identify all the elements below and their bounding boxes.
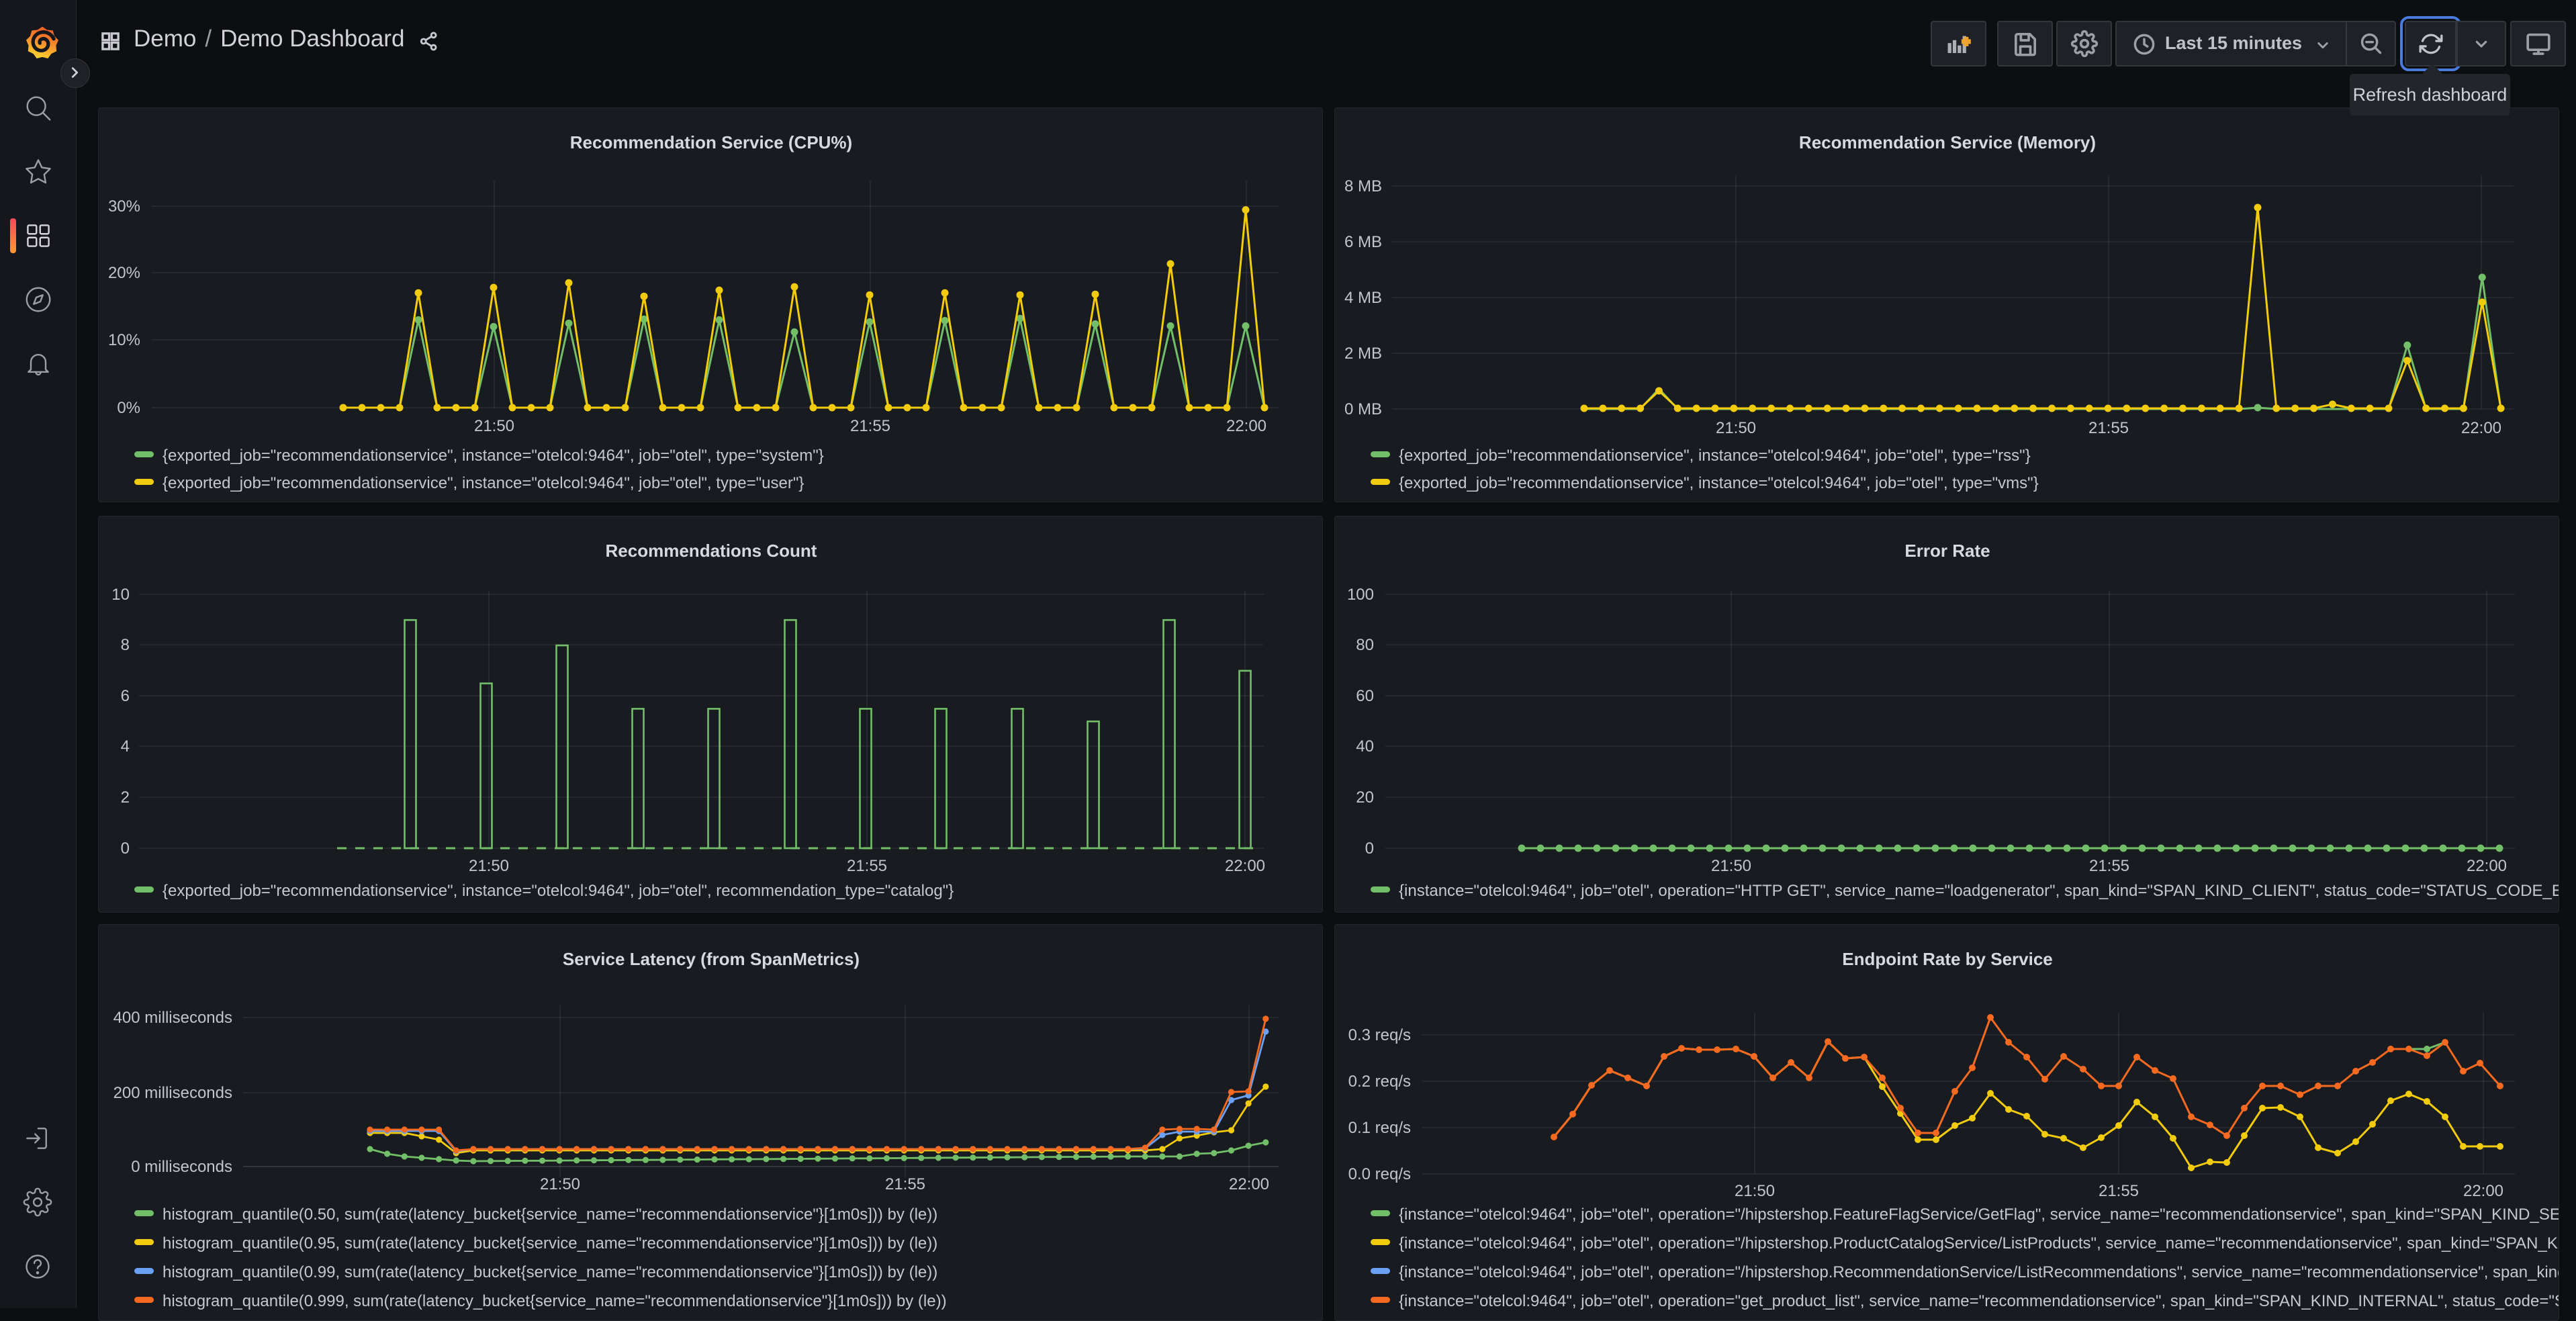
svg-text:20: 20 — [1356, 788, 1374, 807]
svg-text:21:50: 21:50 — [1711, 857, 1751, 875]
svg-text:0: 0 — [1365, 839, 1374, 858]
svg-text:21:50: 21:50 — [1716, 419, 1756, 437]
svg-text:40: 40 — [1356, 737, 1374, 756]
svg-text:22:00: 22:00 — [1225, 857, 1265, 875]
svg-text:0 MB: 0 MB — [1344, 400, 1382, 418]
svg-text:21:50: 21:50 — [1735, 1182, 1775, 1200]
svg-text:0: 0 — [121, 839, 130, 858]
svg-text:21:55: 21:55 — [2099, 1182, 2139, 1200]
svg-text:21:55: 21:55 — [885, 1175, 925, 1193]
svg-text:Service Latency (from SpanMetr: Service Latency (from SpanMetrics) — [563, 949, 860, 969]
svg-text:10%: 10% — [108, 331, 140, 349]
svg-text:{instance="otelcol:9464", job=: {instance="otelcol:9464", job="otel", op… — [1399, 882, 2559, 900]
svg-text:4 MB: 4 MB — [1344, 289, 1382, 307]
svg-text:0.2 req/s: 0.2 req/s — [1348, 1073, 1411, 1091]
svg-text:histogram_quantile(0.99, sum(r: histogram_quantile(0.99, sum(rate(latenc… — [163, 1263, 937, 1281]
svg-text:Recommendation Service (Memory: Recommendation Service (Memory) — [1799, 132, 2096, 152]
svg-text:22:00: 22:00 — [1229, 1175, 1269, 1193]
svg-text:200 milliseconds: 200 milliseconds — [113, 1084, 232, 1102]
svg-text:21:55: 21:55 — [2088, 419, 2129, 437]
svg-text:0.0 req/s: 0.0 req/s — [1348, 1165, 1411, 1183]
svg-text:20%: 20% — [108, 264, 140, 282]
svg-text:4: 4 — [121, 737, 130, 756]
svg-text:22:00: 22:00 — [2467, 857, 2507, 875]
svg-text:21:55: 21:55 — [850, 417, 890, 435]
svg-text:21:55: 21:55 — [847, 857, 887, 875]
svg-text:{instance="otelcol:9464", job=: {instance="otelcol:9464", job="otel", op… — [1399, 1263, 2559, 1281]
svg-text:{exported_job="recommendations: {exported_job="recommendationservice", i… — [1399, 447, 2031, 465]
svg-text:21:50: 21:50 — [474, 417, 514, 435]
svg-text:8: 8 — [121, 636, 130, 654]
svg-text:2: 2 — [121, 788, 130, 807]
svg-text:21:50: 21:50 — [540, 1175, 580, 1193]
svg-text:{exported_job="recommendations: {exported_job="recommendationservice", i… — [1399, 474, 2039, 492]
svg-text:0 milliseconds: 0 milliseconds — [131, 1158, 232, 1176]
svg-text:histogram_quantile(0.95, sum(r: histogram_quantile(0.95, sum(rate(latenc… — [163, 1234, 937, 1252]
svg-text:60: 60 — [1356, 687, 1374, 705]
svg-text:22:00: 22:00 — [2461, 419, 2501, 437]
svg-text:6: 6 — [121, 687, 130, 705]
svg-text:0.1 req/s: 0.1 req/s — [1348, 1119, 1411, 1137]
svg-text:{exported_job="recommendations: {exported_job="recommendationservice", i… — [163, 447, 824, 465]
svg-text:6 MB: 6 MB — [1344, 233, 1382, 251]
svg-text:Endpoint Rate by Service: Endpoint Rate by Service — [1842, 949, 2053, 969]
svg-text:0%: 0% — [117, 399, 140, 417]
svg-text:22:00: 22:00 — [1226, 417, 1267, 435]
svg-text:100: 100 — [1347, 586, 1374, 604]
svg-text:30%: 30% — [108, 197, 140, 216]
svg-text:21:55: 21:55 — [2089, 857, 2129, 875]
svg-text:Recommendation Service (CPU%): Recommendation Service (CPU%) — [570, 132, 852, 152]
svg-text:21:50: 21:50 — [469, 857, 509, 875]
svg-text:0.3 req/s: 0.3 req/s — [1348, 1026, 1411, 1044]
svg-text:22:00: 22:00 — [2463, 1182, 2503, 1200]
svg-text:Error Rate: Error Rate — [1904, 541, 1990, 561]
svg-text:histogram_quantile(0.999, sum(: histogram_quantile(0.999, sum(rate(laten… — [163, 1292, 947, 1310]
svg-text:{instance="otelcol:9464", job=: {instance="otelcol:9464", job="otel", op… — [1399, 1205, 2559, 1224]
svg-text:{exported_job="recommendations: {exported_job="recommendationservice", i… — [163, 882, 954, 900]
svg-text:histogram_quantile(0.50, sum(r: histogram_quantile(0.50, sum(rate(latenc… — [163, 1205, 937, 1224]
svg-text:80: 80 — [1356, 636, 1374, 654]
svg-text:8 MB: 8 MB — [1344, 177, 1382, 195]
svg-text:Recommendations Count: Recommendations Count — [606, 541, 817, 561]
svg-text:10: 10 — [111, 586, 130, 604]
svg-text:{instance="otelcol:9464", job=: {instance="otelcol:9464", job="otel", op… — [1399, 1292, 2559, 1310]
svg-text:2 MB: 2 MB — [1344, 345, 1382, 363]
svg-text:{instance="otelcol:9464", job=: {instance="otelcol:9464", job="otel", op… — [1399, 1234, 2559, 1252]
svg-text:{exported_job="recommendations: {exported_job="recommendationservice", i… — [163, 474, 804, 492]
svg-text:400 milliseconds: 400 milliseconds — [113, 1009, 232, 1027]
